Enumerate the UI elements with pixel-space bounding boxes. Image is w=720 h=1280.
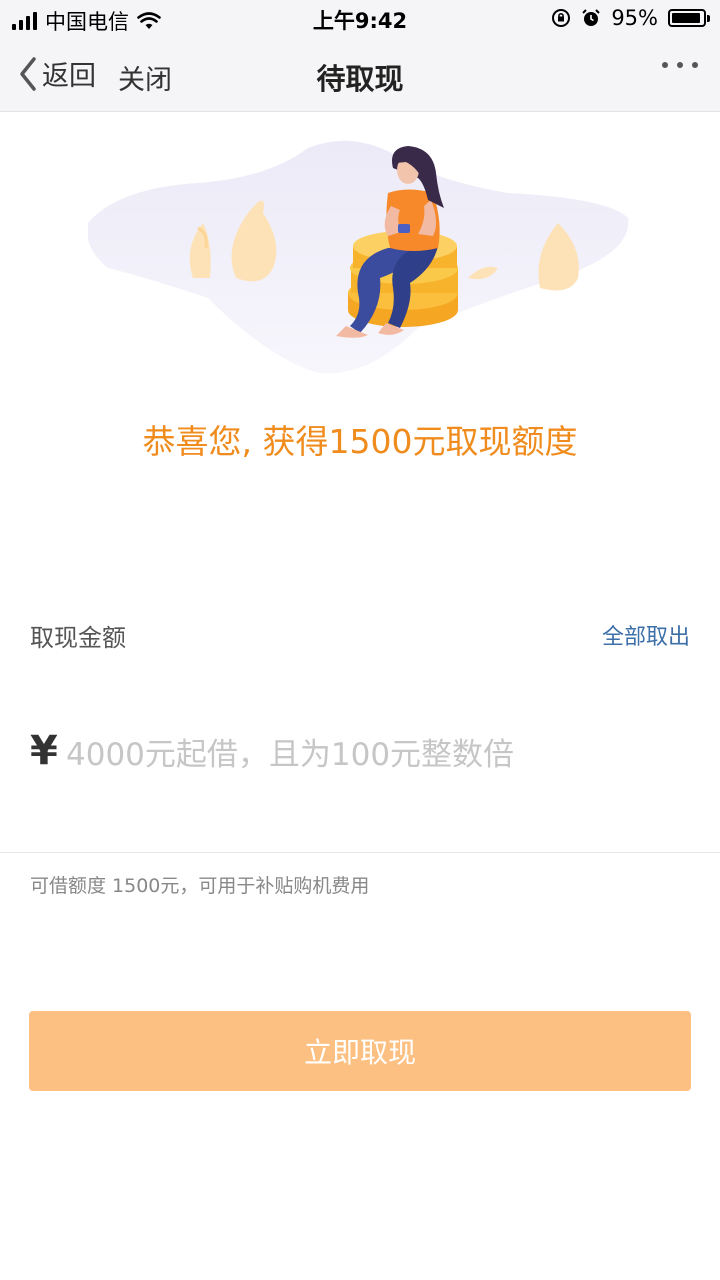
more-menu-icon[interactable] bbox=[662, 62, 698, 68]
back-button[interactable]: 返回 bbox=[18, 54, 96, 93]
congrats-message: 恭喜您, 获得1500元取现额度 bbox=[142, 422, 578, 461]
battery-percent: 95% bbox=[611, 6, 658, 30]
status-right: 95% bbox=[551, 6, 710, 30]
woman-on-coins-illustration bbox=[88, 140, 629, 374]
withdraw-all-link[interactable]: 全部取出 bbox=[602, 619, 690, 651]
rotation-lock-icon bbox=[552, 9, 571, 27]
close-button[interactable]: 关闭 bbox=[118, 58, 172, 97]
divider bbox=[0, 852, 720, 853]
status-bar: 中国电信 上午9:42 95% bbox=[0, 0, 720, 36]
withdraw-now-button[interactable]: 立即取现 bbox=[29, 1011, 691, 1091]
amount-input[interactable] bbox=[66, 730, 686, 780]
back-label: 返回 bbox=[42, 61, 96, 92]
amount-label: 取现金额 bbox=[30, 624, 126, 652]
chevron-left-icon bbox=[20, 56, 36, 91]
battery-icon bbox=[668, 9, 710, 27]
alarm-icon bbox=[582, 9, 601, 26]
page-title: 待取现 bbox=[316, 62, 404, 96]
credit-limit-hint: 可借额度 1500元，可用于补贴购机费用 bbox=[30, 875, 370, 897]
nav-bar: 返回 关闭 待取现 bbox=[0, 36, 720, 112]
currency-symbol: ¥ bbox=[30, 728, 58, 774]
